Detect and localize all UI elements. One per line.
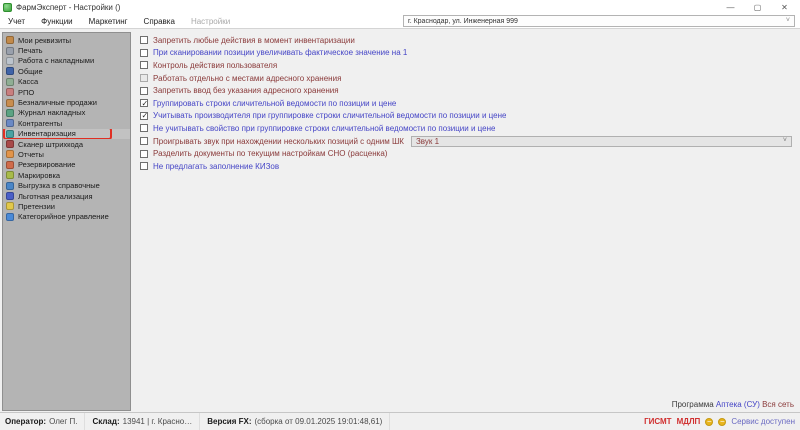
settings-sidebar: Мои реквизиты Печать Работа с накладными… bbox=[2, 32, 131, 411]
checkbox[interactable] bbox=[140, 87, 148, 95]
barcode-scanner-icon bbox=[6, 140, 14, 148]
status-bar: Оператор: Олег П. Склад: 13941 | г. Крас… bbox=[0, 412, 800, 430]
sidebar-item-kategoriynoe-upravlenie[interactable]: Категорийное управление bbox=[3, 212, 130, 222]
sidebar-item-moi-rekvizity[interactable]: Мои реквизиты bbox=[3, 35, 130, 45]
checkbox bbox=[140, 74, 148, 82]
general-icon bbox=[6, 67, 14, 75]
sidebar-item-kassa[interactable]: Касса bbox=[3, 77, 130, 87]
branch-select[interactable]: г. Краснодар, ул. Инженерная 999 ˅ bbox=[403, 15, 795, 27]
marking-icon bbox=[6, 171, 14, 179]
inventory-settings-panel: Запретить любые действия в момент инвент… bbox=[131, 32, 798, 410]
setting-row: Проигрывать звук при нахождении нескольк… bbox=[140, 135, 794, 148]
app-window: ФармЭксперт - Настройки () — ▢ ✕ Учет Фу… bbox=[0, 0, 800, 430]
menu-marketing[interactable]: Маркетинг bbox=[81, 17, 136, 26]
minimize-icon[interactable]: — bbox=[717, 1, 744, 14]
checkbox[interactable] bbox=[140, 36, 148, 44]
setting-row: Работать отдельно с местами адресного хр… bbox=[140, 72, 794, 85]
sidebar-item-rezervirovanie[interactable]: Резервирование bbox=[3, 160, 130, 170]
privileged-sales-icon bbox=[6, 192, 14, 200]
sidebar-item-rabota-s-nakladnymi[interactable]: Работа с накладными bbox=[3, 56, 130, 66]
sidebar-item-obshchie[interactable]: Общие bbox=[3, 66, 130, 76]
invoice-journal-icon bbox=[6, 109, 14, 117]
sidebar-item-zhurnal-nakladnyh[interactable]: Журнал накладных bbox=[3, 108, 130, 118]
sidebar-item-inventarizaciya[interactable]: Инвентаризация bbox=[3, 129, 130, 139]
menu-uchet[interactable]: Учет bbox=[0, 17, 33, 26]
operator-status: Оператор: Олег П. bbox=[5, 413, 85, 430]
stock-status: Склад: 13941 | г. Красно… bbox=[85, 413, 200, 430]
sound-select-value: Звук 1 bbox=[416, 137, 439, 146]
setting-row: Группировать строки сличительной ведомос… bbox=[140, 97, 794, 110]
mdlp-status-icon: − bbox=[718, 418, 726, 426]
menu-funkcii[interactable]: Функции bbox=[33, 17, 81, 26]
sidebar-item-pechat[interactable]: Печать bbox=[3, 45, 130, 55]
checkbox[interactable] bbox=[140, 137, 148, 145]
menu-spravka[interactable]: Справка bbox=[136, 17, 183, 26]
version-status: Версия FX: (сборка от 09.01.2025 19:01:4… bbox=[200, 413, 390, 430]
setting-row: При сканировании позиции увеличивать фак… bbox=[140, 47, 794, 60]
sidebar-item-pretenzii[interactable]: Претензии bbox=[3, 201, 130, 211]
rpo-icon bbox=[6, 88, 14, 96]
sidebar-item-kontragenty[interactable]: Контрагенты bbox=[3, 118, 130, 128]
service-status-label: Сервис доступен bbox=[731, 417, 795, 426]
branch-select-value: г. Краснодар, ул. Инженерная 999 bbox=[408, 18, 518, 25]
sidebar-item-otchety[interactable]: Отчеты bbox=[3, 149, 130, 159]
claims-icon bbox=[6, 202, 14, 210]
invoices-icon bbox=[6, 57, 14, 65]
title-bar: ФармЭксперт - Настройки () — ▢ ✕ bbox=[0, 0, 800, 14]
cash-register-icon bbox=[6, 78, 14, 86]
window-controls: — ▢ ✕ bbox=[717, 1, 798, 14]
setting-row: Не учитывать свойство при группировке ст… bbox=[140, 122, 794, 135]
content-area: Мои реквизиты Печать Работа с накладными… bbox=[0, 30, 800, 412]
menu-bar: Учет Функции Маркетинг Справка Настройки… bbox=[0, 14, 800, 29]
reservation-icon bbox=[6, 161, 14, 169]
chevron-down-icon: ˅ bbox=[786, 18, 790, 24]
sidebar-item-markirovka[interactable]: Маркировка bbox=[3, 170, 130, 180]
sound-select[interactable]: Звук 1 ˅ bbox=[411, 136, 792, 147]
setting-row: Не предлагать заполнение КИЗов bbox=[140, 160, 794, 173]
sidebar-item-rpo[interactable]: РПО bbox=[3, 87, 130, 97]
window-title: ФармЭксперт - Настройки () bbox=[16, 3, 120, 12]
setting-row: Запретить любые действия в момент инвент… bbox=[140, 34, 794, 47]
sidebar-item-beznalichnye-prodazhi[interactable]: Безналичные продажи bbox=[3, 97, 130, 107]
checkbox[interactable] bbox=[140, 61, 148, 69]
reports-icon bbox=[6, 150, 14, 158]
checkbox[interactable] bbox=[140, 49, 148, 57]
checkbox[interactable] bbox=[140, 99, 148, 107]
program-info: Программа Аптека (СУ) Вся сеть bbox=[672, 400, 794, 409]
checkbox[interactable] bbox=[140, 124, 148, 132]
setting-row: Запретить ввод без указания адресного хр… bbox=[140, 84, 794, 97]
cashless-sales-icon bbox=[6, 99, 14, 107]
checkbox[interactable] bbox=[140, 162, 148, 170]
requisites-icon bbox=[6, 36, 14, 44]
category-management-icon bbox=[6, 213, 14, 221]
gismt-status-icon: − bbox=[705, 418, 713, 426]
close-icon[interactable]: ✕ bbox=[771, 1, 798, 14]
sidebar-item-lgotnaya-realizaciya[interactable]: Льготная реализация bbox=[3, 191, 130, 201]
print-icon bbox=[6, 47, 14, 55]
gismt-label: ГИСМТ bbox=[644, 417, 672, 426]
setting-row: Разделить документы по текущим настройка… bbox=[140, 147, 794, 160]
contractors-icon bbox=[6, 119, 14, 127]
mdlp-label: МДЛП bbox=[677, 417, 701, 426]
network-scope: Вся сеть bbox=[762, 400, 794, 409]
program-value: Аптека (СУ) bbox=[716, 400, 760, 409]
app-icon bbox=[3, 3, 12, 12]
setting-row: Учитывать производителя при группировке … bbox=[140, 110, 794, 123]
checkbox[interactable] bbox=[140, 150, 148, 158]
menu-nastroyki: Настройки bbox=[183, 17, 238, 26]
service-status-group: ГИСМТ МДЛП − − Сервис доступен bbox=[644, 417, 795, 426]
setting-row: Контроль действия пользователя bbox=[140, 59, 794, 72]
maximize-icon[interactable]: ▢ bbox=[744, 1, 771, 14]
checkbox[interactable] bbox=[140, 112, 148, 120]
program-label: Программа bbox=[672, 400, 714, 409]
inventory-icon bbox=[6, 130, 14, 138]
sidebar-item-vygruzka-v-spravochnye[interactable]: Выгрузка в справочные bbox=[3, 180, 130, 190]
chevron-down-icon: ˅ bbox=[783, 138, 787, 144]
sidebar-item-skaner-shtrihkoda[interactable]: Сканер штрихкода bbox=[3, 139, 130, 149]
export-icon bbox=[6, 182, 14, 190]
